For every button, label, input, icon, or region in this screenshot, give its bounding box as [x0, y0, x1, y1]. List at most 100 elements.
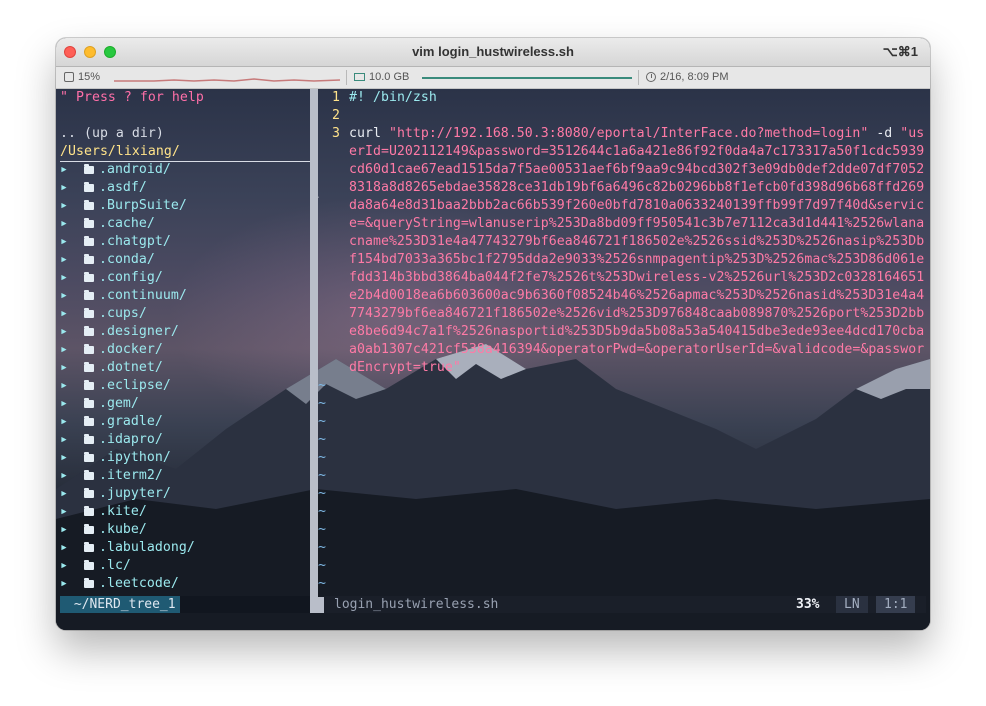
folder-icon	[83, 290, 94, 300]
clock-indicator: 2/16, 8:09 PM	[646, 71, 729, 83]
line-number-2: 2	[332, 108, 340, 123]
expand-arrow-icon[interactable]: ▸	[60, 360, 84, 375]
nerdtree-folder-item[interactable]: ▸ .BurpSuite/	[60, 197, 187, 215]
curl-data-line[interactable]: 7743279bf6ea846721f186502e%2526vid%253D9…	[349, 305, 924, 323]
curl-data-line[interactable]: erId=U202112149&password=3512644c1a6a421…	[349, 143, 924, 161]
nerdtree-folder-item[interactable]: ▸ .chatgpt/	[60, 233, 171, 251]
empty-line-tilde: ~	[318, 540, 326, 555]
window-title: vim login_hustwireless.sh	[412, 44, 574, 59]
terminal-pane[interactable]: " Press ? for help .. (up a dir) /Users/…	[56, 89, 930, 630]
cpu-indicator: 15%	[64, 71, 100, 83]
nerdtree-up-dir[interactable]: .. (up a dir)	[60, 125, 164, 143]
curl-data-line[interactable]: a0ab1307c421cf538a416394&operatorPwd=&op…	[349, 341, 924, 359]
expand-arrow-icon[interactable]: ▸	[60, 540, 84, 555]
expand-arrow-icon[interactable]: ▸	[60, 522, 84, 537]
expand-arrow-icon[interactable]: ▸	[60, 216, 84, 231]
curl-data-line[interactable]: 8318a8d8265ebdae35828ce31db19bf6a6496c82…	[349, 179, 924, 197]
nerdtree-folder-item[interactable]: ▸ .cups/	[60, 305, 147, 323]
folder-icon	[83, 524, 94, 534]
expand-arrow-icon[interactable]: ▸	[60, 234, 84, 249]
expand-arrow-icon[interactable]: ▸	[60, 576, 84, 591]
code-line-3[interactable]: curl "http://192.168.50.3:8080/eportal/I…	[349, 125, 924, 143]
nerdtree-folder-item[interactable]: ▸ .idapro/	[60, 431, 163, 449]
nerdtree-folder-item[interactable]: ▸ .designer/	[60, 323, 179, 341]
curl-flag: -d	[868, 126, 901, 141]
code-line-1[interactable]: #! /bin/zsh	[349, 89, 437, 107]
nerdtree-folder-item[interactable]: ▸ .cache/	[60, 215, 155, 233]
folder-icon	[83, 236, 94, 246]
folder-icon	[83, 578, 94, 588]
curl-data-line[interactable]: e8be6d94c7a1f%2526nasportid%253D5b9da5b0…	[349, 323, 924, 341]
expand-arrow-icon[interactable]: ▸	[60, 342, 84, 357]
folder-name: .kube/	[98, 522, 147, 537]
curl-data-line[interactable]: e=&queryString=wlanuserip%253Da8bd09ff95…	[349, 215, 924, 233]
curl-data-line[interactable]: fdd314b3bbd3864ba044f2fe7%2526t%253Dwire…	[349, 269, 924, 287]
empty-line-tilde: ~	[318, 504, 326, 519]
nerdtree-folder-item[interactable]: ▸ .leetcode/	[60, 575, 179, 593]
folder-name: .cups/	[98, 306, 147, 321]
expand-arrow-icon[interactable]: ▸	[60, 396, 84, 411]
terminal-window: vim login_hustwireless.sh ⌥⌘1 15% 10.0 G…	[56, 38, 930, 630]
expand-arrow-icon[interactable]: ▸	[60, 180, 84, 195]
nerdtree-folder-item[interactable]: ▸ .iterm2/	[60, 467, 163, 485]
curl-data-line[interactable]: da8a64e8d31baa2bbb2ac66b539f260e0bfd7810…	[349, 197, 924, 215]
folder-name: .cache/	[98, 216, 155, 231]
nerdtree-folder-item[interactable]: ▸ .eclipse/	[60, 377, 171, 395]
expand-arrow-icon[interactable]: ▸	[60, 504, 84, 519]
curl-data-line[interactable]: dEncrypt=true"	[349, 359, 461, 377]
curl-data-line[interactable]: cd60d1cae67ead1515da7f5ae00531aef6bf9aa9…	[349, 161, 924, 179]
clock-value: 2/16, 8:09 PM	[660, 71, 729, 83]
curl-data-line[interactable]: e2b4d0018ea6b603600ac9b6360f08524b46%252…	[349, 287, 924, 305]
folder-icon	[83, 506, 94, 516]
nerdtree-folder-item[interactable]: ▸ .dotnet/	[60, 359, 163, 377]
nerdtree-folder-item[interactable]: ▸ .lc/	[60, 557, 131, 575]
curl-url: "http://192.168.50.3:8080/eportal/InterF…	[388, 126, 869, 141]
folder-name: .chatgpt/	[98, 234, 171, 249]
nerdtree-folder-item[interactable]: ▸ .continuum/	[60, 287, 187, 305]
expand-arrow-icon[interactable]: ▸	[60, 198, 84, 213]
title-bar[interactable]: vim login_hustwireless.sh ⌥⌘1	[56, 38, 930, 67]
empty-line-tilde: ~	[318, 450, 326, 465]
nerdtree-folder-item[interactable]: ▸ .gem/	[60, 395, 139, 413]
folder-name: .BurpSuite/	[98, 198, 187, 213]
expand-arrow-icon[interactable]: ▸	[60, 432, 84, 447]
expand-arrow-icon[interactable]: ▸	[60, 306, 84, 321]
expand-arrow-icon[interactable]: ▸	[60, 270, 84, 285]
nerdtree-folder-item[interactable]: ▸ .conda/	[60, 251, 155, 269]
nerdtree-folder-item[interactable]: ▸ .kube/	[60, 521, 147, 539]
nerdtree-folder-item[interactable]: ▸ .gradle/	[60, 413, 163, 431]
nerdtree-folder-item[interactable]: ▸ .asdf/	[60, 179, 147, 197]
expand-arrow-icon[interactable]: ▸	[60, 486, 84, 501]
editor-statusline: login_hustwireless.sh 33% LN 1:1	[324, 596, 926, 613]
folder-icon	[83, 344, 94, 354]
memory-value: 10.0 GB	[369, 71, 410, 83]
expand-arrow-icon[interactable]: ▸	[60, 162, 84, 177]
expand-arrow-icon[interactable]: ▸	[60, 414, 84, 429]
nerdtree-folder-item[interactable]: ▸ .ipython/	[60, 449, 171, 467]
expand-arrow-icon[interactable]: ▸	[60, 378, 84, 393]
folder-name: .dotnet/	[98, 360, 163, 375]
nerdtree-folder-item[interactable]: ▸ .docker/	[60, 341, 163, 359]
nerdtree-folder-item[interactable]: ▸ .android/	[60, 161, 171, 179]
expand-arrow-icon[interactable]: ▸	[60, 324, 84, 339]
nerdtree-folder-item[interactable]: ▸ .config/	[60, 269, 163, 287]
empty-line-tilde: ~	[318, 378, 326, 393]
expand-arrow-icon[interactable]: ▸	[60, 450, 84, 465]
folder-icon	[83, 308, 94, 318]
expand-arrow-icon[interactable]: ▸	[60, 468, 84, 483]
folder-icon	[83, 200, 94, 210]
nerdtree-folder-item[interactable]: ▸ .kite/	[60, 503, 147, 521]
window-shortcut: ⌥⌘1	[882, 44, 918, 59]
shebang: #!	[349, 90, 365, 105]
curl-data-line[interactable]: f154bd7033a365bc1f2795dda2e9033%2526snmp…	[349, 251, 924, 269]
expand-arrow-icon[interactable]: ▸	[60, 252, 84, 267]
window-split-divider[interactable]	[310, 89, 318, 597]
cpu-sparkline	[114, 78, 340, 82]
status-cursor-position: 1:1	[876, 596, 916, 613]
expand-arrow-icon[interactable]: ▸	[60, 288, 84, 303]
nerdtree-cwd[interactable]: /Users/lixiang/	[60, 143, 180, 161]
expand-arrow-icon[interactable]: ▸	[60, 558, 84, 573]
nerdtree-folder-item[interactable]: ▸ .jupyter/	[60, 485, 171, 503]
curl-data-line[interactable]: cname%253D31e4a47743279bf6ea846721f18650…	[349, 233, 924, 251]
nerdtree-folder-item[interactable]: ▸ .labuladong/	[60, 539, 195, 557]
